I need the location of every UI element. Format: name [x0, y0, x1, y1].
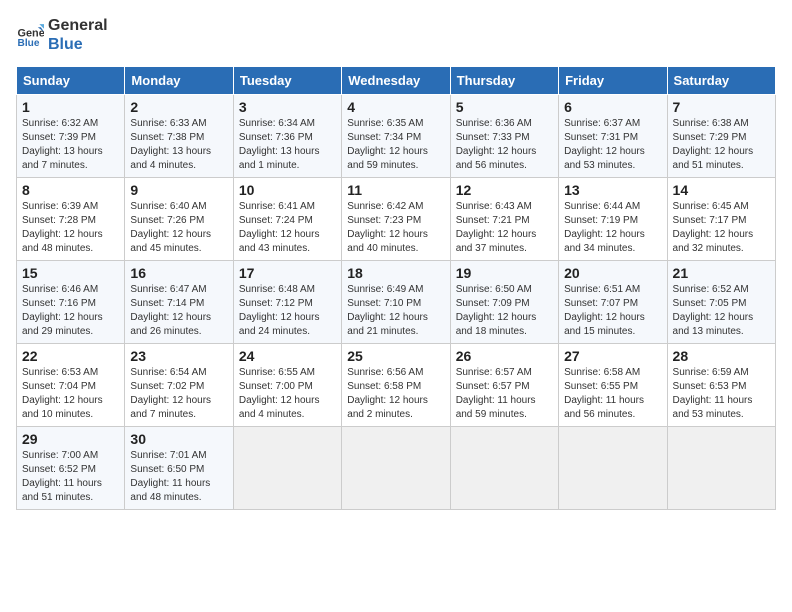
weekday-header-saturday: Saturday: [667, 67, 775, 95]
calendar-cell-14: 14Sunrise: 6:45 AM Sunset: 7:17 PM Dayli…: [667, 178, 775, 261]
calendar-cell-15: 15Sunrise: 6:46 AM Sunset: 7:16 PM Dayli…: [17, 261, 125, 344]
calendar-cell-10: 10Sunrise: 6:41 AM Sunset: 7:24 PM Dayli…: [233, 178, 341, 261]
logo-text-blue: Blue: [48, 35, 108, 54]
calendar-cell-6: 6Sunrise: 6:37 AM Sunset: 7:31 PM Daylig…: [559, 95, 667, 178]
calendar-cell-9: 9Sunrise: 6:40 AM Sunset: 7:26 PM Daylig…: [125, 178, 233, 261]
weekday-header-row: SundayMondayTuesdayWednesdayThursdayFrid…: [17, 67, 776, 95]
calendar-cell-22: 22Sunrise: 6:53 AM Sunset: 7:04 PM Dayli…: [17, 344, 125, 427]
calendar-cell-27: 27Sunrise: 6:58 AM Sunset: 6:55 PM Dayli…: [559, 344, 667, 427]
calendar-cell-17: 17Sunrise: 6:48 AM Sunset: 7:12 PM Dayli…: [233, 261, 341, 344]
calendar-cell-23: 23Sunrise: 6:54 AM Sunset: 7:02 PM Dayli…: [125, 344, 233, 427]
calendar-week-3: 15Sunrise: 6:46 AM Sunset: 7:16 PM Dayli…: [17, 261, 776, 344]
calendar-cell-24: 24Sunrise: 6:55 AM Sunset: 7:00 PM Dayli…: [233, 344, 341, 427]
svg-text:Blue: Blue: [18, 38, 40, 49]
calendar-cell-empty: [233, 427, 341, 510]
calendar-cell-5: 5Sunrise: 6:36 AM Sunset: 7:33 PM Daylig…: [450, 95, 558, 178]
calendar-cell-29: 29Sunrise: 7:00 AM Sunset: 6:52 PM Dayli…: [17, 427, 125, 510]
weekday-header-monday: Monday: [125, 67, 233, 95]
weekday-header-friday: Friday: [559, 67, 667, 95]
calendar-cell-3: 3Sunrise: 6:34 AM Sunset: 7:36 PM Daylig…: [233, 95, 341, 178]
calendar-cell-empty: [667, 427, 775, 510]
calendar-cell-28: 28Sunrise: 6:59 AM Sunset: 6:53 PM Dayli…: [667, 344, 775, 427]
calendar-table: SundayMondayTuesdayWednesdayThursdayFrid…: [16, 66, 776, 510]
calendar-cell-18: 18Sunrise: 6:49 AM Sunset: 7:10 PM Dayli…: [342, 261, 450, 344]
calendar-cell-30: 30Sunrise: 7:01 AM Sunset: 6:50 PM Dayli…: [125, 427, 233, 510]
calendar-week-5: 29Sunrise: 7:00 AM Sunset: 6:52 PM Dayli…: [17, 427, 776, 510]
logo-icon: General Blue: [16, 21, 44, 49]
calendar-cell-20: 20Sunrise: 6:51 AM Sunset: 7:07 PM Dayli…: [559, 261, 667, 344]
calendar-cell-1: 1Sunrise: 6:32 AM Sunset: 7:39 PM Daylig…: [17, 95, 125, 178]
calendar-week-4: 22Sunrise: 6:53 AM Sunset: 7:04 PM Dayli…: [17, 344, 776, 427]
calendar-cell-4: 4Sunrise: 6:35 AM Sunset: 7:34 PM Daylig…: [342, 95, 450, 178]
calendar-cell-16: 16Sunrise: 6:47 AM Sunset: 7:14 PM Dayli…: [125, 261, 233, 344]
weekday-header-sunday: Sunday: [17, 67, 125, 95]
page-header: General Blue General Blue: [16, 16, 776, 54]
calendar-cell-11: 11Sunrise: 6:42 AM Sunset: 7:23 PM Dayli…: [342, 178, 450, 261]
calendar-cell-12: 12Sunrise: 6:43 AM Sunset: 7:21 PM Dayli…: [450, 178, 558, 261]
calendar-cell-empty: [559, 427, 667, 510]
calendar-cell-26: 26Sunrise: 6:57 AM Sunset: 6:57 PM Dayli…: [450, 344, 558, 427]
weekday-header-thursday: Thursday: [450, 67, 558, 95]
calendar-cell-13: 13Sunrise: 6:44 AM Sunset: 7:19 PM Dayli…: [559, 178, 667, 261]
logo: General Blue General Blue: [16, 16, 108, 54]
calendar-week-1: 1Sunrise: 6:32 AM Sunset: 7:39 PM Daylig…: [17, 95, 776, 178]
calendar-cell-19: 19Sunrise: 6:50 AM Sunset: 7:09 PM Dayli…: [450, 261, 558, 344]
calendar-week-2: 8Sunrise: 6:39 AM Sunset: 7:28 PM Daylig…: [17, 178, 776, 261]
calendar-cell-7: 7Sunrise: 6:38 AM Sunset: 7:29 PM Daylig…: [667, 95, 775, 178]
calendar-cell-25: 25Sunrise: 6:56 AM Sunset: 6:58 PM Dayli…: [342, 344, 450, 427]
weekday-header-wednesday: Wednesday: [342, 67, 450, 95]
calendar-cell-empty: [450, 427, 558, 510]
calendar-cell-empty: [342, 427, 450, 510]
logo-text-general: General: [48, 16, 108, 35]
calendar-cell-8: 8Sunrise: 6:39 AM Sunset: 7:28 PM Daylig…: [17, 178, 125, 261]
weekday-header-tuesday: Tuesday: [233, 67, 341, 95]
calendar-cell-2: 2Sunrise: 6:33 AM Sunset: 7:38 PM Daylig…: [125, 95, 233, 178]
calendar-cell-21: 21Sunrise: 6:52 AM Sunset: 7:05 PM Dayli…: [667, 261, 775, 344]
